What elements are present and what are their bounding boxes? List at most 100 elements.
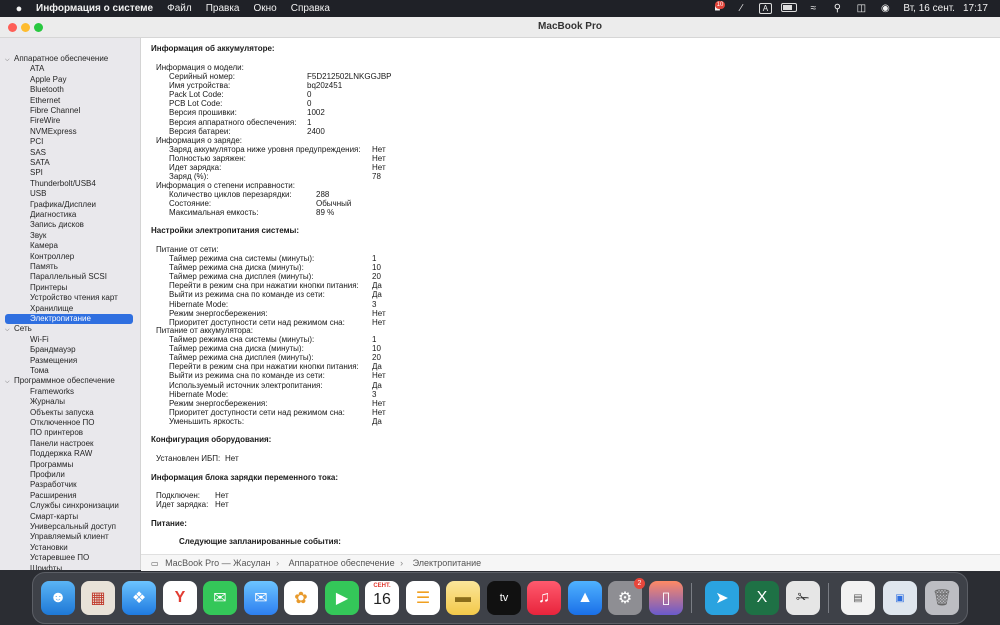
notes-icon[interactable]: ▬ [446, 581, 480, 615]
sidebar-item[interactable]: Управляемый клиент [5, 532, 133, 542]
sidebar-item[interactable]: Универсальный доступ [5, 522, 133, 532]
sidebar-item[interactable]: Брандмауэр [5, 345, 133, 355]
menu-clock[interactable]: 17:17 [963, 3, 988, 14]
sidebar-item[interactable]: SPI [5, 168, 133, 178]
sidebar-item[interactable]: Установки [5, 543, 133, 553]
close-button[interactable] [8, 23, 17, 32]
system-settings-icon[interactable]: ⚙ 2 [608, 578, 645, 615]
wifi-icon[interactable]: ≈ [801, 3, 825, 14]
sidebar-item[interactable]: Графика/Дисплеи [5, 200, 133, 210]
sidebar-item[interactable]: Thunderbolt/USB4 [5, 179, 133, 189]
sidebar-item[interactable]: Диагностика [5, 210, 133, 220]
sidebar-section-2[interactable]: ⌵ Программное обеспечение [5, 376, 133, 386]
menu-help[interactable]: Справка [291, 3, 330, 14]
slash-icon[interactable]: ∕ [729, 3, 753, 14]
sidebar-item[interactable]: Объекты запуска [5, 408, 133, 418]
telegram-icon[interactable]: ➤ [705, 581, 739, 615]
dock-separator [828, 583, 829, 613]
sidebar-item[interactable]: Ethernet [5, 96, 133, 106]
sidebar-section-label: Аппаратное обеспечение [14, 54, 109, 63]
search-icon[interactable]: ⚲ [825, 3, 849, 14]
breadcrumb-power[interactable]: Электропитание [413, 558, 482, 568]
apple-menu-icon[interactable]: ● [12, 3, 26, 15]
notification-app-icon[interactable]: ■10 [705, 1, 729, 14]
sidebar-item[interactable]: Устройство чтения карт [5, 293, 133, 303]
messages-icon[interactable]: ✉ [203, 581, 237, 615]
facetime-icon[interactable]: ▶ [325, 581, 359, 615]
sidebar-item[interactable]: Отключенное ПО [5, 418, 133, 428]
sidebar-item[interactable]: Запись дисков [5, 220, 133, 230]
trash-icon[interactable]: 🗑 [925, 581, 959, 615]
menu-window[interactable]: Окно [253, 3, 276, 14]
section-heading-ac-charger: Информация блока зарядки переменного ток… [151, 473, 338, 482]
breadcrumb-hardware[interactable]: Аппаратное обеспечение [289, 558, 395, 568]
sidebar-item[interactable]: Устаревшее ПО [5, 553, 133, 563]
sidebar-item[interactable]: SATA [5, 158, 133, 168]
sidebar-item[interactable]: FireWire [5, 116, 133, 126]
sidebar-item[interactable]: Разработчик [5, 480, 133, 490]
sidebar-item[interactable]: Frameworks [5, 387, 133, 397]
sidebar-item[interactable]: Смарт-карты [5, 512, 133, 522]
sidebar-item[interactable]: Хранилище [5, 304, 133, 314]
finder-icon[interactable]: ☻ [41, 581, 75, 615]
sidebar-item[interactable]: Wi-Fi [5, 335, 133, 345]
music-icon[interactable]: ♫ [527, 581, 561, 615]
sidebar-item[interactable]: NVMExpress [5, 127, 133, 137]
input-source-icon[interactable]: A [753, 3, 777, 14]
sidebar-item[interactable]: Профили [5, 470, 133, 480]
yandex-browser-icon[interactable]: Y [163, 581, 197, 615]
sidebar-item[interactable]: Память [5, 262, 133, 272]
settings-badge: 2 [634, 578, 645, 589]
sidebar-item[interactable]: ПО принтеров [5, 428, 133, 438]
control-center-icon[interactable]: ◫ [849, 3, 873, 14]
battery-icon[interactable] [777, 2, 801, 15]
breadcrumb-computer[interactable]: MacBook Pro — Жасулан [165, 558, 270, 568]
sidebar-item[interactable]: Параллельный SCSI [5, 272, 133, 282]
safari-icon[interactable]: ❖ [122, 581, 156, 615]
sidebar-item[interactable]: Панели настроек [5, 439, 133, 449]
sidebar-item[interactable]: Журналы [5, 397, 133, 407]
sidebar-item[interactable]: Fibre Channel [5, 106, 133, 116]
apple-tv-icon[interactable]: tv [487, 581, 521, 615]
sidebar-item[interactable]: Звук [5, 231, 133, 241]
iphone-mirroring-icon[interactable]: ▯ [649, 581, 683, 615]
sidebar-section-0[interactable]: ⌵ Аппаратное обеспечение [5, 54, 133, 64]
sidebar-item[interactable]: Контроллер [5, 252, 133, 262]
menu-app-name[interactable]: Информация о системе [36, 3, 153, 14]
sidebar-item[interactable]: Размещения [5, 356, 133, 366]
sidebar-item[interactable]: Принтеры [5, 283, 133, 293]
sidebar-item[interactable]: Электропитание [5, 314, 133, 324]
sidebar-item[interactable]: Apple Pay [5, 75, 133, 85]
menu-edit[interactable]: Правка [206, 3, 240, 14]
sidebar-section-1[interactable]: ⌵ Сеть [5, 324, 133, 334]
siri-icon[interactable]: ◉ [873, 3, 897, 14]
excel-icon[interactable]: X [745, 581, 779, 615]
sidebar-item[interactable]: PCI [5, 137, 133, 147]
sidebar-item[interactable]: Расширения [5, 491, 133, 501]
sidebar-item[interactable]: Поддержка RAW [5, 449, 133, 459]
reminders-icon[interactable]: ☰ [406, 581, 440, 615]
sidebar-item[interactable]: USB [5, 189, 133, 199]
sidebar-item[interactable]: Службы синхронизации [5, 501, 133, 511]
calendar-icon[interactable]: СЕНТ. 16 [365, 581, 399, 615]
sidebar-item[interactable]: Камера [5, 241, 133, 251]
launchpad-icon[interactable]: ▦ [81, 581, 115, 615]
app-store-icon[interactable]: ▲ [568, 581, 602, 615]
title-bar[interactable]: MacBook Pro [0, 17, 1000, 38]
sidebar-item[interactable]: Bluetooth [5, 85, 133, 95]
docx-file-icon[interactable]: ▤ [841, 581, 875, 615]
sidebar-item[interactable]: SAS [5, 148, 133, 158]
sidebar-item[interactable]: Тома [5, 366, 133, 376]
mail-icon[interactable]: ✉ [244, 581, 278, 615]
menu-file[interactable]: Файл [167, 3, 192, 14]
subheading-scheduled-events: Следующие запланированные события: [179, 537, 341, 546]
minimize-button[interactable] [21, 23, 30, 32]
sidebar-item[interactable]: Шрифты [5, 564, 133, 570]
preview-icon[interactable]: ✁ [786, 581, 820, 615]
screenshot-thumbnail-icon[interactable]: ▣ [883, 581, 917, 615]
menu-date[interactable]: Вт, 16 сент. [903, 3, 955, 14]
photos-icon[interactable]: ✿ [284, 581, 318, 615]
sidebar-item[interactable]: Программы [5, 460, 133, 470]
zoom-button[interactable] [34, 23, 43, 32]
sidebar-item[interactable]: ATA [5, 64, 133, 74]
